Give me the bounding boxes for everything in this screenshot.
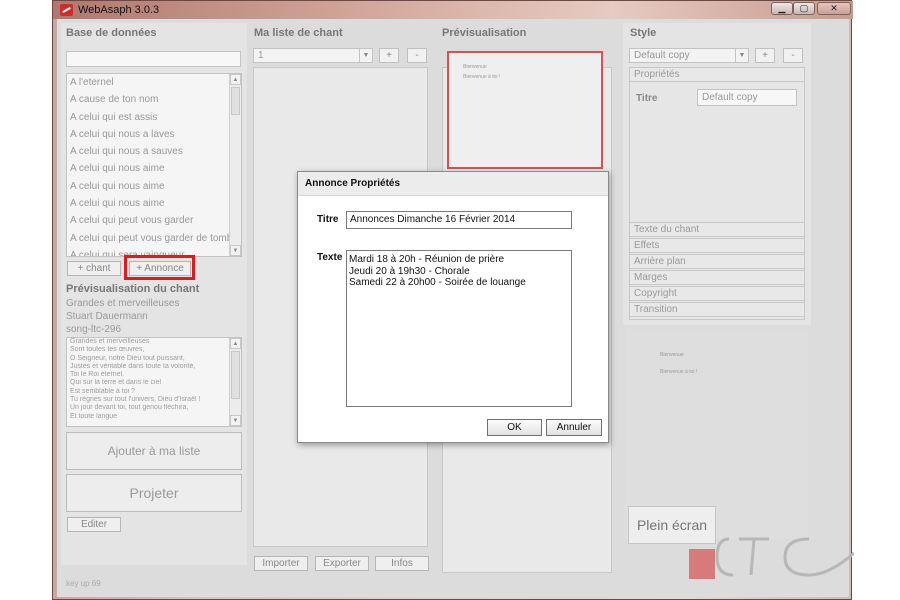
song-list[interactable]: A l'eternel A cause de ton nom A celui qui…: [66, 73, 242, 257]
list-item[interactable]: A celui qui nous aime: [67, 195, 231, 212]
style-section-tab[interactable]: Copyright: [629, 286, 805, 301]
preview-line-1: Bienvenue: [463, 64, 487, 70]
song-text-line: Sont toutes tes œuvres,: [70, 346, 145, 354]
song-list-scrollbar[interactable]: ▲ ▼: [229, 74, 241, 256]
song-text-line: Un jour devant toi, tout genou fléchira,: [70, 404, 189, 412]
chevron-down-icon[interactable]: ▼: [735, 49, 748, 62]
my-list-select-value: 1: [258, 50, 264, 61]
style-remove-button[interactable]: -: [783, 48, 803, 63]
song-text-preview[interactable]: Grandes et merveilleuses Sont toutes tes …: [66, 337, 242, 427]
announce-text-area[interactable]: Mardi 18 à 20h - Réunion de prière Jeudi …: [346, 250, 572, 407]
announce-text-line: Jeudi 20 à 19h30 - Chorale: [349, 265, 470, 277]
preview-slide[interactable]: Bienvenue Bienvenue à toi !: [447, 51, 603, 169]
title-bar[interactable]: WebAsaph 3.0.3 ▁ ▢ ✕: [53, 1, 853, 19]
song-text-line: Grandes et merveilleuses: [70, 338, 150, 345]
export-button[interactable]: Exporter: [315, 556, 369, 571]
song-author: Stuart Dauermann: [66, 311, 148, 322]
dialog-title-label: Titre: [317, 214, 339, 225]
announce-properties-dialog[interactable]: Annonce Propriétés Titre Annonces Dimanc…: [297, 171, 609, 443]
scroll-down-icon[interactable]: ▼: [230, 245, 241, 256]
small-preview-line-1: Bienvenue: [660, 352, 684, 358]
style-select[interactable]: Default copy ▼: [629, 48, 749, 63]
maximize-button[interactable]: ▢: [793, 2, 815, 15]
window-title: WebAsaph 3.0.3: [78, 4, 160, 16]
style-select-value: Default copy: [634, 50, 690, 61]
song-preview-header: Prévisualisation du chant: [66, 283, 200, 295]
list-item[interactable]: A celui qui nous a laves: [67, 126, 231, 143]
style-add-button[interactable]: +: [755, 48, 775, 63]
scroll-up-icon[interactable]: ▲: [230, 74, 241, 85]
announce-title-input[interactable]: Annonces Dimanche 16 Février 2014: [346, 211, 572, 229]
annotation-highlight-box: [124, 255, 195, 280]
properties-tab[interactable]: Propriétés: [629, 67, 805, 82]
list-item[interactable]: A cause de ton nom: [67, 91, 231, 108]
scroll-thumb[interactable]: [231, 87, 240, 115]
list-item[interactable]: A celui qui peut vous garder de tombe: [67, 230, 231, 247]
style-section-tab[interactable]: Marges: [629, 270, 805, 285]
style-header: Style: [630, 27, 657, 39]
list-item[interactable]: A celui qui nous aime: [67, 178, 231, 195]
cancel-button[interactable]: Annuler: [546, 419, 602, 436]
minimize-button[interactable]: ▁: [771, 2, 793, 15]
song-text-line: Tu règnes sur tout l'univers, Dieu d'Isr…: [70, 396, 201, 404]
webasaph-logo-icon: [60, 4, 73, 16]
song-text-scrollbar[interactable]: ▲ ▼: [229, 338, 241, 426]
ok-button[interactable]: OK: [487, 419, 542, 436]
small-preview-line-2: Bienvenue à toi !: [660, 369, 698, 375]
dialog-title[interactable]: Annonce Propriétés: [298, 172, 608, 196]
song-text-line: Est semblable à toi ?: [70, 387, 135, 395]
database-header: Base de données: [66, 27, 157, 39]
scroll-up-icon[interactable]: ▲: [230, 338, 241, 349]
song-text-line: Et toute langue: [70, 412, 118, 420]
info-button[interactable]: Infos: [375, 556, 429, 571]
song-id: song-ltc-296: [66, 324, 122, 335]
announce-text-line: Mardi 18 à 20h - Réunion de prière: [349, 254, 505, 265]
style-section-tab[interactable]: Transition: [629, 302, 805, 317]
list-item[interactable]: A celui qui nous aime: [67, 160, 231, 177]
announce-text-line: Samedi 22 à 20h00 - Soirée de louange: [349, 277, 526, 288]
preview-header: Prévisualisation: [442, 27, 527, 39]
scroll-down-icon[interactable]: ▼: [230, 415, 241, 426]
my-list-add-button[interactable]: +: [379, 48, 399, 63]
style-section-tab[interactable]: Arrière plan: [629, 254, 805, 269]
preview-line-2: Bienvenue à toi !: [463, 74, 501, 80]
style-section-tab[interactable]: Texte du chant: [629, 222, 805, 237]
chevron-down-icon[interactable]: ▼: [359, 49, 372, 62]
add-song-button[interactable]: + chant: [67, 261, 121, 276]
style-title-input[interactable]: Default copy: [697, 89, 797, 106]
status-bar: key up 69: [66, 579, 101, 588]
song-text-line: Qui sur la terre et dans le ciel: [70, 379, 162, 387]
import-button[interactable]: Importer: [254, 556, 308, 571]
add-to-list-button[interactable]: Ajouter à ma liste: [66, 432, 242, 470]
close-button[interactable]: ✕: [817, 2, 851, 15]
song-text-line: Toi le Roi éternel.: [70, 371, 125, 379]
list-item[interactable]: A celui qui nous a sauves: [67, 143, 231, 160]
ctc-logo: [689, 537, 854, 579]
my-list-header: Ma liste de chant: [254, 27, 343, 39]
dialog-text-label: Texte: [317, 252, 343, 263]
my-list-select[interactable]: 1 ▼: [253, 48, 373, 63]
database-search-input[interactable]: [66, 51, 241, 67]
song-text-line: Justes et véritable dans toute ta volont…: [70, 362, 196, 370]
scroll-thumb[interactable]: [231, 351, 240, 399]
project-button[interactable]: Projeter: [66, 474, 242, 512]
edit-button[interactable]: Editer: [67, 517, 121, 532]
list-item[interactable]: A celui qui peut vous garder: [67, 212, 231, 229]
list-item[interactable]: A l'eternel: [67, 74, 231, 91]
song-title: Grandes et merveilleuses: [66, 298, 180, 309]
my-list-remove-button[interactable]: -: [407, 48, 427, 63]
song-text-line: Ô Seigneur, notre Dieu tout puissant,: [70, 354, 185, 362]
style-section-tab[interactable]: Effets: [629, 238, 805, 253]
style-title-label: Titre: [636, 93, 658, 104]
list-item[interactable]: A celui qui est assis: [67, 109, 231, 126]
